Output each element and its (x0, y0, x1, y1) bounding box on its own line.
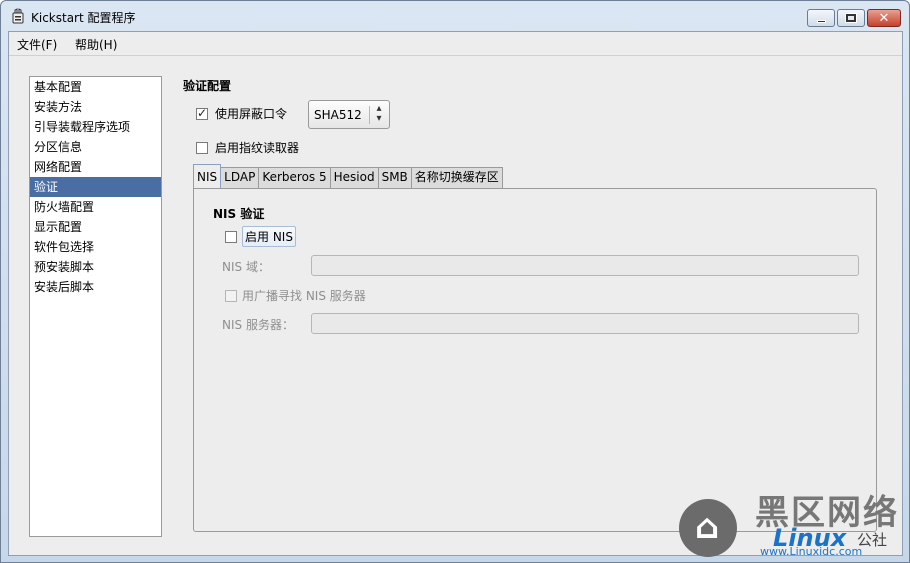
sidebar-item-authentication[interactable]: 验证 (30, 177, 161, 197)
broadcast-checkbox[interactable] (225, 289, 237, 302)
close-button[interactable]: ✕ (867, 9, 901, 27)
fingerprint-label: 启用指纹读取器 (215, 141, 300, 155)
sidebar-item-bootloader[interactable]: 引导装载程序选项 (30, 117, 161, 137)
broadcast-label: 用广播寻找 NIS 服务器 (242, 289, 366, 303)
window-title: Kickstart 配置程序 (31, 11, 136, 25)
sidebar-item-firewall[interactable]: 防火墙配置 (30, 197, 161, 217)
menu-help[interactable]: 帮助(H) (75, 36, 117, 53)
auth-tabs: NIS LDAP Kerberos 5 Hesiod SMB 名称切换缓存区 (193, 164, 503, 188)
fingerprint-row: 启用指纹读取器 (196, 139, 299, 156)
maximize-icon (845, 13, 857, 23)
app-window: Kickstart 配置程序 ✕ 文件(F) 帮助(H) 基本配置 安装方法 引… (0, 0, 910, 563)
tab-name-switch-cache[interactable]: 名称切换缓存区 (410, 167, 503, 188)
sidebar-item-pre-script[interactable]: 预安装脚本 (30, 257, 161, 277)
combo-separator (369, 106, 370, 124)
nis-server-input[interactable] (311, 313, 859, 334)
nis-domain-label: NIS 域： (222, 260, 270, 274)
watermark-mushroom-icon: ⌂ (695, 507, 720, 547)
nis-domain-input[interactable] (311, 255, 859, 276)
enable-nis-label[interactable]: 启用 NIS (242, 226, 296, 247)
sidebar-item-basic[interactable]: 基本配置 (30, 77, 161, 97)
maximize-button[interactable] (837, 9, 865, 27)
sidebar-item-packages[interactable]: 软件包选择 (30, 237, 161, 257)
site-watermark: ⌂ 黑区网络 Linux 公社 www.Linuxidc.com (675, 493, 905, 561)
tab-nis[interactable]: NIS (193, 164, 222, 188)
minimize-icon (816, 19, 826, 23)
sidebar-item-partition[interactable]: 分区信息 (30, 137, 161, 157)
client-area: 文件(F) 帮助(H) 基本配置 安装方法 引导装载程序选项 分区信息 网络配置… (8, 31, 903, 556)
nis-tab-panel: NIS 验证 启用 NIS NIS 域： 用广播寻找 NIS 服务器 NIS 服… (193, 188, 877, 532)
shadow-password-row: 使用屏蔽口令 (196, 105, 287, 122)
kickstart-app-icon (12, 8, 24, 24)
nis-server-label: NIS 服务器： (222, 318, 294, 332)
fingerprint-checkbox[interactable] (196, 141, 208, 154)
menu-bar: 文件(F) 帮助(H) (9, 32, 902, 56)
tab-kerberos[interactable]: Kerberos 5 (258, 167, 331, 188)
broadcast-row: 用广播寻找 NIS 服务器 (225, 287, 366, 304)
tab-ldap[interactable]: LDAP (220, 167, 260, 188)
title-bar[interactable]: Kickstart 配置程序 ✕ (1, 1, 909, 31)
tab-hesiod[interactable]: Hesiod (329, 167, 379, 188)
sidebar-item-post-script[interactable]: 安装后脚本 (30, 277, 161, 297)
hash-algorithm-combo[interactable]: SHA512 ▴ ▾ (308, 100, 390, 129)
watermark-url: www.Linuxidc.com (760, 545, 863, 558)
shadow-password-checkbox[interactable] (196, 106, 208, 120)
section-title: 验证配置 (183, 79, 232, 93)
sidebar-item-network[interactable]: 网络配置 (30, 157, 161, 177)
shadow-password-label: 使用屏蔽口令 (215, 107, 288, 121)
window-controls: ✕ (807, 9, 901, 27)
minimize-button[interactable] (807, 9, 835, 27)
sidebar-item-install-method[interactable]: 安装方法 (30, 97, 161, 117)
tab-smb[interactable]: SMB (377, 167, 412, 188)
hash-algorithm-value: SHA512 (314, 108, 362, 122)
category-list: 基本配置 安装方法 引导装载程序选项 分区信息 网络配置 验证 防火墙配置 显示… (29, 76, 162, 537)
nis-panel-title: NIS 验证 (213, 207, 265, 221)
enable-nis-checkbox[interactable] (225, 230, 237, 243)
menu-file[interactable]: 文件(F) (17, 36, 57, 53)
sidebar-item-display[interactable]: 显示配置 (30, 217, 161, 237)
enable-nis-row: 启用 NIS (225, 226, 296, 247)
close-icon: ✕ (878, 10, 890, 26)
up-down-arrows-icon: ▴ ▾ (376, 103, 382, 124)
